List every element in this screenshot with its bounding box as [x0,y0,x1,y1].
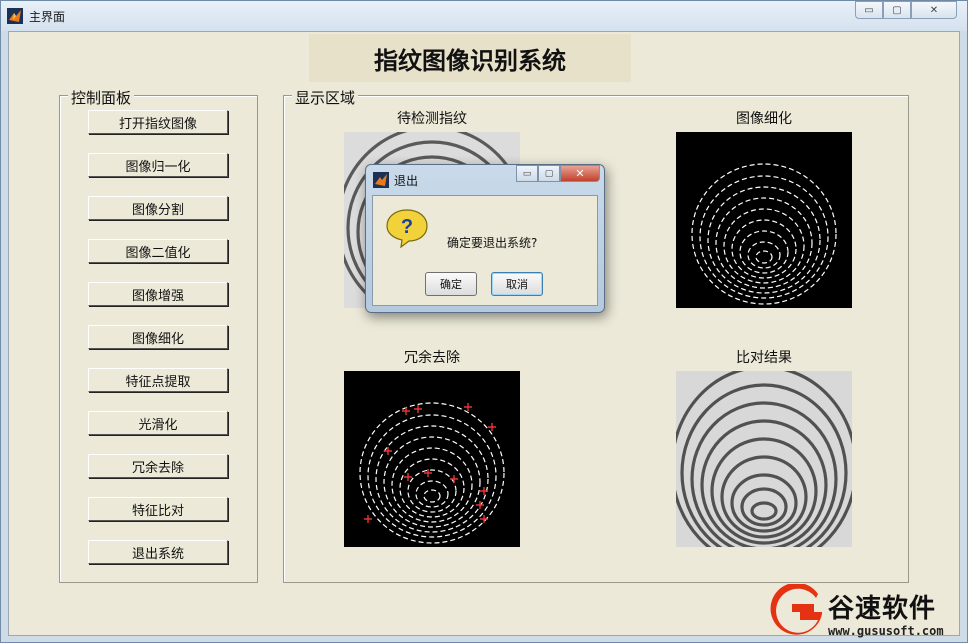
watermark-brand: 谷速软件 [828,594,937,624]
control-panel: 控制面板 打开指纹图像 图像归一化 图像分割 图像二值化 图像增强 图像细化 特… [59,87,258,583]
question-icon: ? [386,209,428,248]
exit-dialog: 退出 ▭ ▢ ✕ ? 确定要退出系统? 确定 取消 [365,164,605,313]
dialog-message: 确定要退出系统? [447,236,538,250]
thin-button[interactable]: 图像细化 [88,325,228,349]
close-icon: ✕ [929,4,939,16]
remove-redundancy-button[interactable]: 冗余去除 [88,454,228,478]
minutiae-fingerprint-graphic [344,371,520,547]
watermark: 谷速软件 www.gususoft.com [770,582,968,643]
normalize-button[interactable]: 图像归一化 [88,153,228,177]
brand-logo-icon [770,582,822,635]
title-bar[interactable]: 主界面 ▭ ▢ ✕ [1,1,967,31]
window-title: 主界面 [29,10,66,24]
matlab-icon [373,172,389,188]
matlab-icon [7,8,23,24]
thinned-fingerprint-image [676,132,852,308]
display-panel-title: 显示区域 [292,87,359,108]
image-label-match: 比对结果 [736,350,792,366]
match-features-button[interactable]: 特征比对 [88,497,228,521]
close-icon: ✕ [575,167,585,180]
dialog-ok-button[interactable]: 确定 [425,272,477,296]
minimize-button[interactable]: ▭ [855,1,883,19]
dialog-close-button[interactable]: ✕ [560,165,600,182]
image-label-input: 待检测指纹 [397,111,467,127]
binarize-button[interactable]: 图像二值化 [88,239,228,263]
client-area: 指纹图像识别系统 控制面板 打开指纹图像 图像归一化 图像分割 图像二值化 图像… [8,31,960,636]
dialog-body: ? 确定要退出系统? 确定 取消 [372,195,598,306]
open-image-button[interactable]: 打开指纹图像 [88,110,228,134]
maximize-button[interactable]: ▢ [883,1,911,19]
maximize-icon: ▢ [892,4,902,16]
match-fingerprint-graphic [676,371,852,547]
minutiae-fingerprint-image [344,371,520,547]
segment-button[interactable]: 图像分割 [88,196,228,220]
image-label-thinned: 图像细化 [736,111,792,127]
svg-text:?: ? [401,216,413,238]
system-banner: 指纹图像识别系统 [309,34,631,82]
dialog-maximize-button[interactable]: ▢ [538,165,560,182]
dialog-minimize-button[interactable]: ▭ [516,165,538,182]
system-title: 指纹图像识别系统 [374,45,566,75]
dialog-cancel-button[interactable]: 取消 [491,272,543,296]
close-button[interactable]: ✕ [911,1,957,19]
extract-minutiae-button[interactable]: 特征点提取 [88,368,228,392]
minimize-icon: ▭ [522,168,532,179]
smooth-button[interactable]: 光滑化 [88,411,228,435]
maximize-icon: ▢ [544,168,554,179]
main-window: 主界面 ▭ ▢ ✕ 指纹图像识别系统 控制面板 打开指纹图像 图像归一化 图像分… [0,0,968,643]
match-result-image [676,371,852,547]
thinned-fingerprint-graphic [676,132,852,308]
minimize-icon: ▭ [864,4,874,16]
enhance-button[interactable]: 图像增强 [88,282,228,306]
app-root: 主界面 ▭ ▢ ✕ 指纹图像识别系统 控制面板 打开指纹图像 图像归一化 图像分… [0,0,968,643]
exit-system-button[interactable]: 退出系统 [88,540,228,564]
image-label-redundancy: 冗余去除 [404,350,460,366]
watermark-url: www.gususoft.com [828,624,944,638]
dialog-title: 退出 [394,174,419,188]
control-panel-title: 控制面板 [68,87,135,108]
